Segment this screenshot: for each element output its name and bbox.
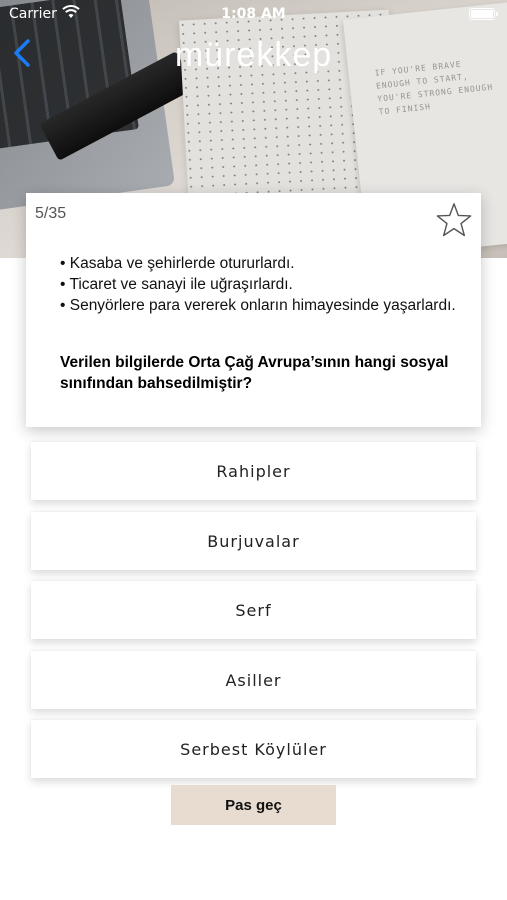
- question-counter: 5/35: [35, 205, 67, 222]
- question-info-list: • Kasaba ve şehirlerde otururlardı. • Ti…: [60, 253, 460, 316]
- battery-icon: [469, 8, 498, 20]
- skip-button[interactable]: Pas geç: [171, 785, 336, 825]
- answer-option-burjuvalar[interactable]: Burjuvalar: [31, 512, 476, 570]
- info-bullet: • Senyörlere para vererek onların himaye…: [60, 297, 456, 314]
- info-bullet: • Kasaba ve şehirlerde otururlardı.: [60, 255, 295, 272]
- answer-option-serbest-koyluler[interactable]: Serbest Köylüler: [31, 720, 476, 778]
- app-title: mürekkep: [174, 36, 333, 74]
- star-outline-icon[interactable]: [435, 201, 473, 239]
- question-prompt: Verilen bilgilerde Orta Çağ Avrupa’sının…: [60, 354, 449, 392]
- info-bullet: • Ticaret ve sanayi ile uğraşırlardı.: [60, 276, 293, 293]
- question-card: 5/35 • Kasaba ve şehirlerde otururlardı.…: [26, 193, 481, 427]
- answer-option-rahipler[interactable]: Rahipler: [31, 442, 476, 500]
- status-bar: Carrier 1:08 AM: [0, 0, 507, 28]
- answer-option-asiller[interactable]: Asiller: [31, 651, 476, 709]
- clock: 1:08 AM: [221, 6, 286, 22]
- answer-option-serf[interactable]: Serf: [31, 581, 476, 639]
